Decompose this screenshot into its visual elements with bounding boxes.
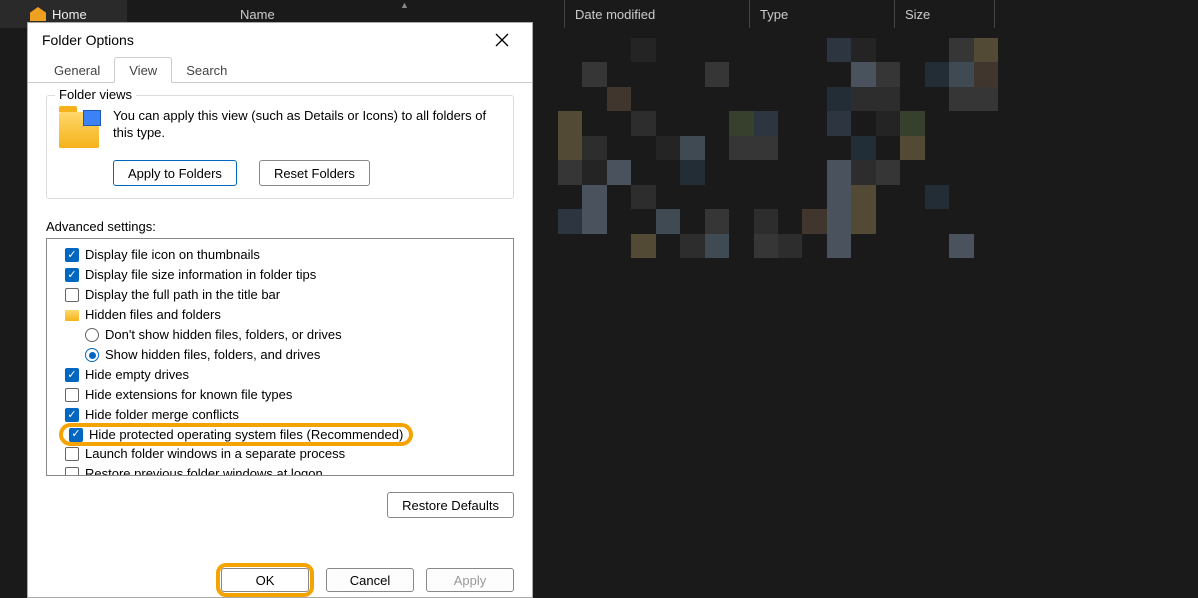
close-button[interactable] [482, 25, 522, 55]
radio-icon[interactable] [85, 328, 99, 342]
folder-views-group: Folder views You can apply this view (su… [46, 95, 514, 199]
home-icon [30, 7, 46, 21]
opt-restore-previous[interactable]: Restore previous folder windows at logon [51, 464, 509, 476]
opt-merge[interactable]: Hide folder merge conflicts [51, 405, 509, 425]
checkbox-icon[interactable] [65, 447, 79, 461]
checkbox-icon[interactable] [65, 408, 79, 422]
opt-hidden-group: Hidden files and folders [51, 305, 509, 325]
restore-defaults-button[interactable]: Restore Defaults [387, 492, 514, 518]
checkbox-icon[interactable] [65, 268, 79, 282]
checkbox-icon[interactable] [65, 467, 79, 476]
column-size[interactable]: Size [895, 0, 995, 28]
home-label: Home [52, 7, 87, 22]
opt-dont-show-hidden[interactable]: Don't show hidden files, folders, or dri… [51, 325, 509, 345]
tab-general[interactable]: General [40, 58, 114, 82]
folder-icon [59, 112, 99, 148]
folder-options-dialog: Folder Options General View Search Folde… [27, 22, 533, 598]
opt-size-tips[interactable]: Display file size information in folder … [51, 265, 509, 285]
tab-view[interactable]: View [114, 57, 172, 83]
opt-protected[interactable]: Hide protected operating system files (R… [89, 427, 403, 442]
cancel-button[interactable]: Cancel [326, 568, 414, 592]
opt-empty-drives[interactable]: Hide empty drives [51, 365, 509, 385]
dialog-title: Folder Options [42, 32, 134, 48]
ok-button[interactable]: OK [221, 568, 309, 592]
ok-highlight: OK [216, 563, 314, 597]
dialog-content: Folder views You can apply this view (su… [28, 83, 532, 555]
checkbox-icon[interactable] [65, 248, 79, 262]
blurred-content [558, 38, 998, 258]
folder-views-legend: Folder views [55, 87, 136, 102]
checkbox-icon[interactable] [69, 428, 83, 442]
dialog-tabs: General View Search [28, 57, 532, 83]
opt-separate-process[interactable]: Launch folder windows in a separate proc… [51, 444, 509, 464]
advanced-settings-list[interactable]: Display file icon on thumbnails Display … [46, 238, 514, 476]
advanced-settings-label: Advanced settings: [46, 219, 514, 234]
folder-views-text: You can apply this view (such as Details… [113, 108, 501, 148]
close-icon [495, 33, 509, 47]
opt-extensions[interactable]: Hide extensions for known file types [51, 385, 509, 405]
column-date[interactable]: Date modified [565, 0, 750, 28]
apply-button[interactable]: Apply [426, 568, 514, 592]
opt-thumbnails[interactable]: Display file icon on thumbnails [51, 245, 509, 265]
column-type[interactable]: Type [750, 0, 895, 28]
tab-search[interactable]: Search [172, 58, 241, 82]
checkbox-icon[interactable] [65, 368, 79, 382]
checkbox-icon[interactable] [65, 288, 79, 302]
radio-icon[interactable] [85, 348, 99, 362]
reset-folders-button[interactable]: Reset Folders [259, 160, 370, 186]
opt-show-hidden[interactable]: Show hidden files, folders, and drives [51, 345, 509, 365]
apply-to-folders-button[interactable]: Apply to Folders [113, 160, 237, 186]
opt-full-path[interactable]: Display the full path in the title bar [51, 285, 509, 305]
folder-icon [65, 310, 79, 321]
opt-protected-highlight: Hide protected operating system files (R… [59, 423, 413, 446]
sort-indicator-icon: ▲ [400, 0, 409, 10]
dialog-titlebar: Folder Options [28, 23, 532, 57]
checkbox-icon[interactable] [65, 388, 79, 402]
dialog-buttons: OK Cancel Apply [28, 555, 532, 597]
